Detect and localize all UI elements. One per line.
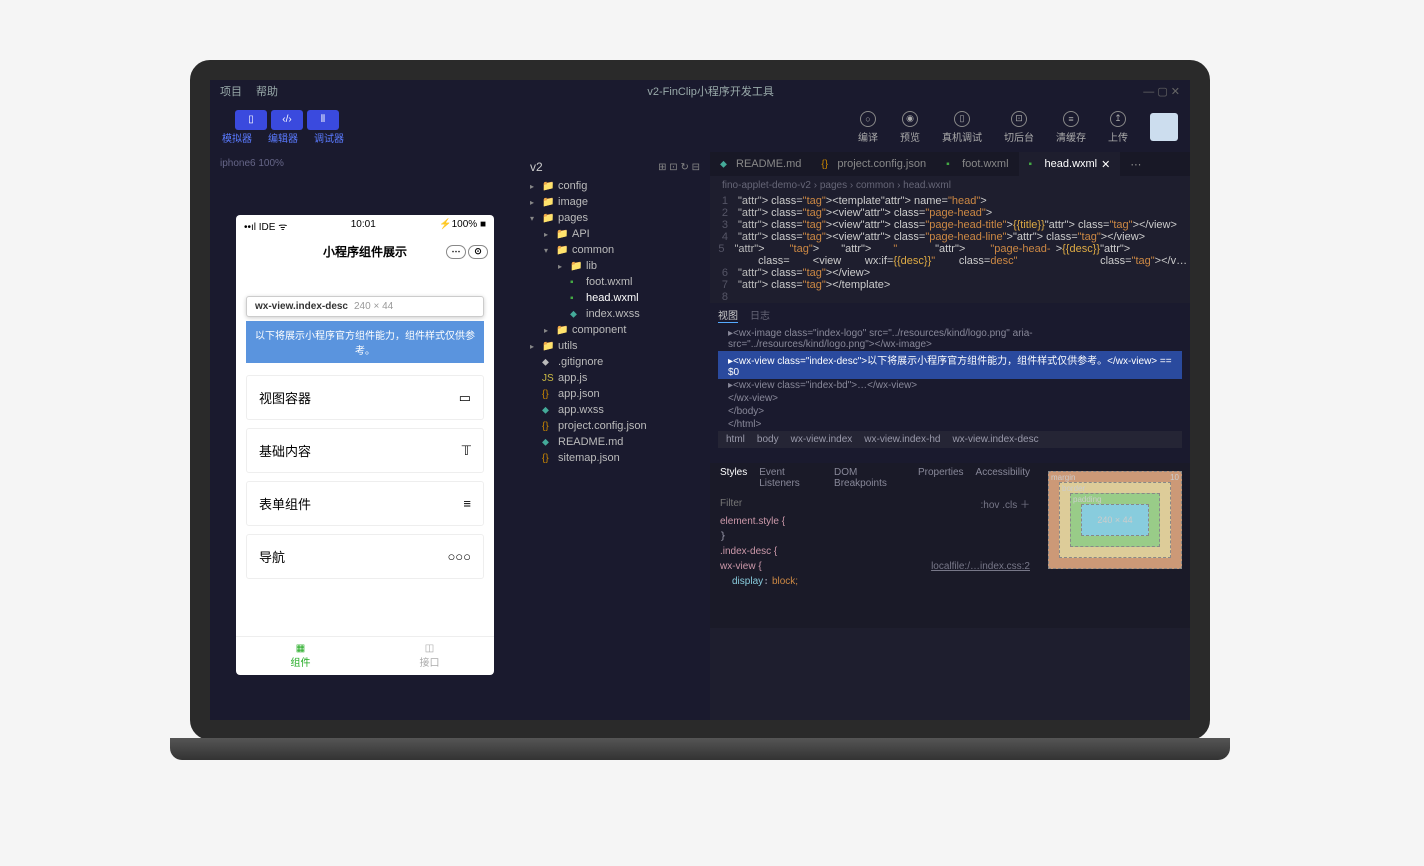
list-item[interactable]: 基础内容𝕋 — [246, 428, 484, 473]
toolbar: ▯ ‹/› ⫴ 模拟器 编辑器 调试器 ○编译 ◉预览 ▯真机调试 ⊡切后台 ≡… — [210, 102, 1190, 152]
dom-node[interactable]: ▸<wx-view class="index-desc">以下将展示小程序官方组… — [718, 351, 1182, 379]
action-upload[interactable]: ↥上传 — [1100, 111, 1136, 144]
avatar[interactable] — [1150, 113, 1178, 141]
list-item[interactable]: 视图容器▭ — [246, 375, 484, 420]
phone-desc-highlight: 以下将展示小程序官方组件能力，组件样式仅供参考。 — [246, 321, 484, 363]
devtab-props[interactable]: Properties — [918, 467, 964, 489]
menu-help[interactable]: 帮助 — [256, 83, 278, 99]
ide-window: 项目 帮助 v2-FinClip小程序开发工具 — ▢ ✕ ▯ ‹/› ⫴ 模拟… — [190, 60, 1210, 740]
file-node[interactable]: ▾📁common — [520, 242, 710, 258]
file-node[interactable]: ⬥README.md — [520, 434, 710, 450]
file-node[interactable]: ⬥.gitignore — [520, 354, 710, 370]
file-node[interactable]: {}app.json — [520, 386, 710, 402]
file-node[interactable]: ▾📁pages — [520, 210, 710, 226]
capsule-close-icon[interactable]: ⊙ — [468, 245, 488, 259]
box-model: margin10 border padding 240 × 44 — [1040, 463, 1190, 628]
tab-editor-icon[interactable]: ‹/› — [271, 110, 303, 130]
tab-more-icon[interactable]: ⋯ — [1120, 152, 1151, 176]
laptop-base — [170, 738, 1230, 760]
tab-project-config[interactable]: {}project.config.json — [811, 152, 936, 176]
laptop-frame: 项目 帮助 v2-FinClip小程序开发工具 — ▢ ✕ ▯ ‹/› ⫴ 模拟… — [170, 60, 1230, 790]
file-node[interactable]: ▪head.wxml — [520, 290, 710, 306]
dom-inspector: 视图 日志 ▸<wx-image class="index-logo" src=… — [710, 303, 1190, 463]
action-background[interactable]: ⊡切后台 — [996, 111, 1042, 144]
action-preview[interactable]: ◉预览 — [892, 111, 928, 144]
window-controls[interactable]: — ▢ ✕ — [1143, 85, 1180, 98]
project-root[interactable]: v2 — [530, 160, 543, 174]
dom-tab-view[interactable]: 视图 — [718, 307, 738, 323]
devtab-listeners[interactable]: Event Listeners — [759, 467, 822, 489]
tab-component[interactable]: ▦组件 — [236, 637, 365, 675]
phone-tabbar: ▦组件 ◫接口 — [236, 636, 494, 675]
tab-head-wxml[interactable]: ▪head.wxml ✕ — [1019, 152, 1121, 176]
menubar: 项目 帮助 v2-FinClip小程序开发工具 — ▢ ✕ — [210, 80, 1190, 102]
devtab-styles[interactable]: Styles — [720, 467, 747, 489]
tab-foot-wxml[interactable]: ▪foot.wxml — [936, 152, 1018, 176]
dom-node[interactable]: </wx-view> — [718, 392, 1182, 405]
text-icon: 𝕋 — [462, 443, 471, 459]
tab-readme[interactable]: ⬥README.md — [710, 152, 811, 176]
file-node[interactable]: ▸📁lib — [520, 258, 710, 274]
phone-statusbar: ••ıl IDE ᯤ10:01⚡100% ■ — [236, 215, 494, 237]
action-compile[interactable]: ○编译 — [850, 111, 886, 144]
list-item[interactable]: 表单组件≡ — [246, 481, 484, 526]
action-clear-cache[interactable]: ≡清缓存 — [1048, 111, 1094, 144]
phone-page-title: 小程序组件展示 ⋯⊙ — [236, 237, 494, 266]
styles-filter-input[interactable] — [720, 496, 981, 511]
explorer-actions[interactable]: ⊞ ⊡ ↻ ⊟ — [658, 162, 700, 173]
tab-debugger[interactable]: 调试器 — [314, 130, 344, 145]
editor-tabs: ⬥README.md {}project.config.json ▪foot.w… — [710, 152, 1190, 176]
phone-frame: ••ıl IDE ᯤ10:01⚡100% ■ 小程序组件展示 ⋯⊙ wx-vie… — [236, 215, 494, 675]
tab-simulator-icon[interactable]: ▯ — [235, 110, 267, 130]
file-node[interactable]: ▸📁utils — [520, 338, 710, 354]
file-node[interactable]: ▸📁component — [520, 322, 710, 338]
tab-debugger-icon[interactable]: ⫴ — [307, 110, 339, 130]
file-explorer: v2 ⊞ ⊡ ↻ ⊟ ▸📁config▸📁image▾📁pages▸📁API▾📁… — [520, 152, 710, 720]
tab-editor[interactable]: 编辑器 — [268, 130, 298, 145]
dom-tab-log[interactable]: 日志 — [750, 307, 770, 323]
breadcrumb[interactable]: fino-applet-demo-v2 › pages › common › h… — [710, 176, 1190, 195]
menu-project[interactable]: 项目 — [220, 83, 242, 99]
styles-hov-cls[interactable]: :hov .cls ＋ — [981, 496, 1030, 511]
tab-simulator[interactable]: 模拟器 — [222, 130, 252, 145]
devtools-panel: Styles Event Listeners DOM Breakpoints P… — [710, 463, 1190, 628]
dom-node[interactable]: ▸<wx-image class="index-logo" src="../re… — [718, 327, 1182, 351]
file-node[interactable]: ▪foot.wxml — [520, 274, 710, 290]
file-node[interactable]: {}project.config.json — [520, 418, 710, 434]
file-node[interactable]: JSapp.js — [520, 370, 710, 386]
window-title: v2-FinClip小程序开发工具 — [292, 83, 1129, 99]
capsule-menu-icon[interactable]: ⋯ — [446, 245, 466, 259]
file-node[interactable]: ▸📁image — [520, 194, 710, 210]
file-node[interactable]: {}sitemap.json — [520, 450, 710, 466]
dom-node[interactable]: </html> — [718, 418, 1182, 431]
simulator-panel: iphone6 100% ••ıl IDE ᯤ10:01⚡100% ■ 小程序组… — [210, 152, 520, 720]
view-container-icon: ▭ — [459, 390, 471, 406]
dom-breadcrumb[interactable]: htmlbodywx-view.indexwx-view.index-hdwx-… — [718, 431, 1182, 448]
dom-node[interactable]: ▸<wx-view class="index-bd">…</wx-view> — [718, 379, 1182, 392]
dom-node[interactable]: </body> — [718, 405, 1182, 418]
form-icon: ≡ — [463, 496, 471, 511]
list-item[interactable]: 导航○○○ — [246, 534, 484, 579]
file-node[interactable]: ▸📁API — [520, 226, 710, 242]
devtab-dom-bp[interactable]: DOM Breakpoints — [834, 467, 906, 489]
file-node[interactable]: ⬥app.wxss — [520, 402, 710, 418]
styles-rules[interactable]: element.style {}.index-desc {</span></di… — [710, 514, 1040, 589]
editor-panel: ⬥README.md {}project.config.json ▪foot.w… — [710, 152, 1190, 720]
devtab-a11y[interactable]: Accessibility — [976, 467, 1030, 489]
action-remote-debug[interactable]: ▯真机调试 — [934, 111, 990, 144]
tab-api[interactable]: ◫接口 — [365, 637, 494, 675]
file-node[interactable]: ⬥index.wxss — [520, 306, 710, 322]
box-content: 240 × 44 — [1081, 504, 1149, 536]
simulator-device[interactable]: iphone6 100% — [210, 152, 520, 175]
file-node[interactable]: ▸📁config — [520, 178, 710, 194]
code-editor[interactable]: 1"attr"> class="tag"><template"attr"> na… — [710, 195, 1190, 303]
inspect-tooltip: wx-view.index-desc240 × 44 — [246, 296, 484, 317]
nav-icon: ○○○ — [447, 549, 471, 564]
